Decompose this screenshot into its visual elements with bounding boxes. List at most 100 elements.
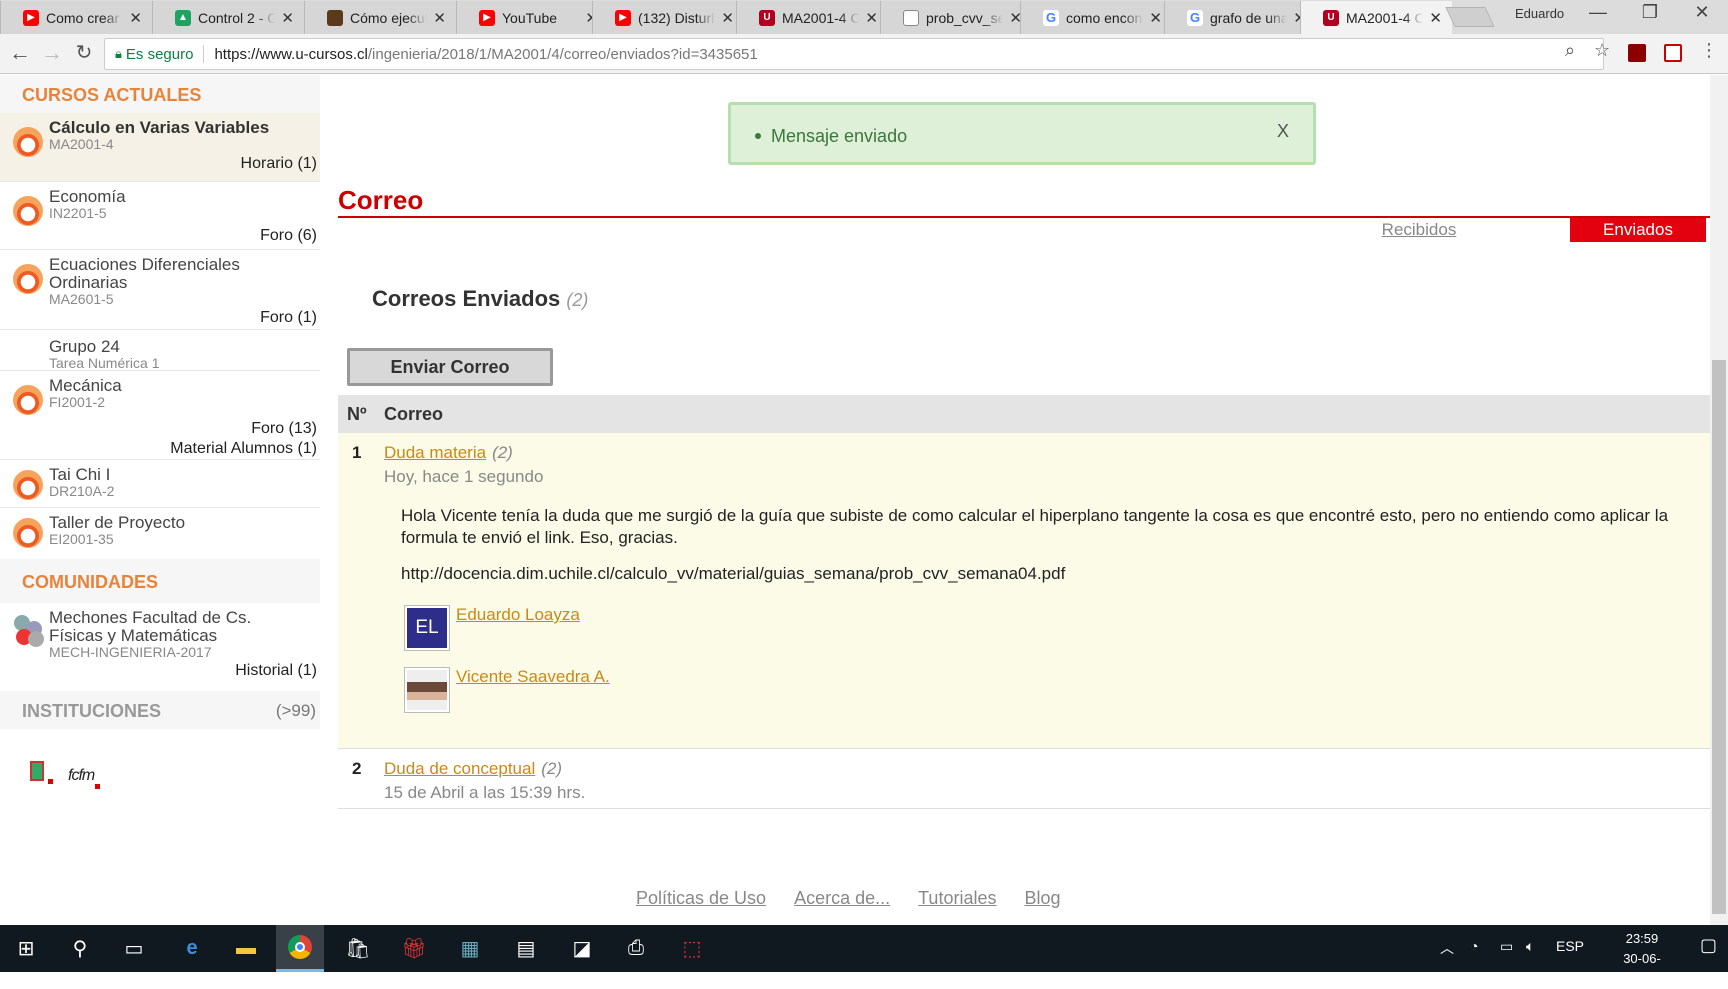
close-tab-icon[interactable]: ✕ bbox=[721, 9, 734, 27]
gift-app-icon[interactable]: 🎁︎ bbox=[390, 925, 438, 972]
search-icon[interactable]: ⚲ bbox=[56, 925, 104, 972]
url-path: /ingenieria/2018/1/MA2001/4/correo/envia… bbox=[367, 45, 758, 63]
course-link[interactable]: Horario (1) bbox=[49, 154, 320, 174]
photos-app-icon[interactable]: ▦ bbox=[446, 925, 494, 972]
windows-start-icon[interactable]: ⊞ bbox=[2, 925, 50, 972]
close-notice-button[interactable]: X bbox=[1277, 121, 1289, 142]
sidebar-course[interactable]: Cálculo en Varias Variables MA2001-4 Hor… bbox=[0, 113, 320, 182]
sidebar-subgroup[interactable]: Grupo 24 Tarea Numérica 1 bbox=[0, 329, 320, 371]
notifications-icon[interactable]: ▢ bbox=[1700, 935, 1717, 956]
terminal-icon[interactable]: ▤ bbox=[502, 925, 550, 972]
file-explorer-icon[interactable]: ▬ bbox=[222, 925, 270, 972]
university-crest-icon[interactable] bbox=[26, 755, 53, 785]
task-view-icon[interactable]: ▭ bbox=[110, 925, 158, 972]
minimize-icon[interactable]: — bbox=[1578, 2, 1618, 23]
new-tab-button[interactable] bbox=[1445, 7, 1495, 27]
youtube-icon: ▶ bbox=[479, 9, 495, 26]
bookmark-star-icon[interactable]: ☆ bbox=[1594, 40, 1610, 61]
browser-tab[interactable]: Ggrafo de una✕ bbox=[1164, 1, 1316, 34]
course-link[interactable]: Material Alumnos (1) bbox=[49, 439, 320, 459]
tab-sent[interactable]: Enviados bbox=[1570, 218, 1706, 242]
store-icon[interactable]: 🛍︎ bbox=[334, 925, 382, 972]
table-row: 2 Duda de conceptual (2) 15 de Abril a la… bbox=[338, 749, 1710, 809]
bullet-icon bbox=[755, 133, 761, 139]
scrollbar[interactable] bbox=[1710, 75, 1728, 925]
ucursos-extension-icon[interactable] bbox=[1664, 44, 1682, 62]
course-link[interactable]: Foro (13) bbox=[49, 419, 320, 439]
menu-icon[interactable]: ⋮ bbox=[1700, 40, 1718, 61]
youtube-icon: ▶ bbox=[23, 9, 39, 26]
sidebar-course[interactable]: Tai Chi I DR210A-2 bbox=[0, 460, 320, 508]
mail-subject-link[interactable]: Duda de conceptual (2) bbox=[384, 759, 562, 779]
table-row: 1 Duda materia (2) Hoy, hace 1 segundo Ho… bbox=[338, 433, 1710, 749]
person-link[interactable]: Vicente Saavedra A. bbox=[456, 667, 610, 687]
close-tab-icon[interactable]: ✕ bbox=[865, 9, 878, 27]
sidebar-course[interactable]: Mecánica FI2001-2 Foro (13) Material Alu… bbox=[0, 371, 320, 460]
printer-icon[interactable]: ⎙ bbox=[612, 925, 660, 972]
close-tab-icon[interactable]: ✕ bbox=[1429, 9, 1442, 27]
close-tab-icon[interactable]: ✕ bbox=[129, 9, 142, 27]
recipient: Vicente Saavedra A. bbox=[404, 667, 610, 713]
footer-link-tutorials[interactable]: Tutoriales bbox=[918, 888, 996, 909]
close-window-icon[interactable]: ✕ bbox=[1682, 2, 1722, 23]
edge-icon[interactable]: e bbox=[168, 925, 216, 972]
main-content: Mensaje enviado X Correo Recibidos Envia… bbox=[338, 75, 1710, 925]
course-icon bbox=[13, 264, 43, 294]
footer-link-terms[interactable]: Políticas de Uso bbox=[636, 888, 766, 909]
institutions-header[interactable]: INSTITUCIONES (>99) bbox=[0, 691, 320, 729]
browser-tab-active[interactable]: U MA2001-4 C ✕ bbox=[1300, 1, 1452, 34]
mail-subject-link[interactable]: Duda materia (2) bbox=[384, 443, 513, 463]
reload-icon[interactable]: ↻ bbox=[70, 40, 98, 65]
secure-label: Es seguro bbox=[125, 45, 194, 63]
acrobat-icon[interactable]: ⬚ bbox=[668, 925, 716, 972]
back-icon[interactable]: ← bbox=[6, 40, 34, 66]
close-tab-icon[interactable]: ✕ bbox=[433, 9, 446, 27]
sidebar-course[interactable]: Economía IN2201-5 Foro (6) bbox=[0, 182, 320, 250]
section-title: INSTITUCIONES bbox=[22, 701, 162, 721]
course-name: Tai Chi I bbox=[49, 465, 111, 484]
sidebar-course[interactable]: Ecuaciones Diferenciales Ordinarias MA26… bbox=[0, 250, 320, 329]
forward-icon[interactable]: → bbox=[38, 40, 66, 66]
volume-icon[interactable]: 🔈︎ bbox=[1526, 938, 1534, 955]
clock[interactable]: 23:59 30-06-2018 bbox=[1612, 929, 1672, 989]
ucursos-icon: U bbox=[759, 9, 775, 26]
tab-received[interactable]: Recibidos bbox=[1359, 218, 1479, 242]
footer-link-about[interactable]: Acerca de... bbox=[794, 888, 890, 909]
browser-tab[interactable]: ▶YouTube✕ bbox=[456, 1, 608, 34]
browser-tab[interactable]: ▶ Como crear o ✕ bbox=[0, 1, 152, 34]
zoom-icon[interactable]: ⌕ bbox=[1565, 40, 1575, 61]
person-photo-icon bbox=[407, 670, 447, 710]
community-link[interactable]: Historial (1) bbox=[49, 661, 320, 681]
browser-tab[interactable]: Gcomo encon ✕ bbox=[1020, 1, 1172, 34]
course-link[interactable]: Foro (6) bbox=[49, 226, 320, 246]
browser-tab[interactable]: ▲ Control 2 - G ✕ bbox=[152, 1, 304, 34]
course-link[interactable]: Foro (1) bbox=[49, 308, 320, 328]
browser-tab[interactable]: Cómo ejecut ✕ bbox=[304, 1, 456, 34]
address-bar[interactable]: 🔒︎ Es seguro https://www.u-cursos.cl/ing… bbox=[104, 38, 1604, 70]
profile-button[interactable]: Eduardo bbox=[1515, 6, 1564, 21]
recipient: EL Eduardo Loayza bbox=[404, 605, 580, 651]
footer-link-blog[interactable]: Blog bbox=[1024, 888, 1060, 909]
avatar bbox=[404, 667, 450, 713]
fcfm-logo[interactable]: fcfm bbox=[68, 767, 101, 789]
sidebar-course[interactable]: Taller de Proyecto EI2001-35 bbox=[0, 508, 320, 559]
course-code: MA2601-5 bbox=[49, 291, 114, 307]
chevron-up-icon[interactable]: ︿ bbox=[1440, 938, 1454, 958]
close-tab-icon[interactable]: ✕ bbox=[281, 9, 294, 27]
maximize-icon[interactable]: ❐ bbox=[1630, 2, 1670, 23]
language-indicator[interactable]: ESP bbox=[1556, 938, 1584, 954]
send-mail-button[interactable]: Enviar Correo bbox=[347, 348, 553, 386]
browser-tab[interactable]: prob_cvv_se ✕ bbox=[880, 1, 1032, 34]
acrobat-extension-icon[interactable] bbox=[1628, 44, 1646, 62]
person-link[interactable]: Eduardo Loayza bbox=[456, 605, 580, 625]
battery-icon[interactable]: ▭ bbox=[1500, 938, 1513, 955]
wifi-icon[interactable]: ◔ bbox=[1470, 938, 1478, 954]
app-icon[interactable]: ◪ bbox=[558, 925, 606, 972]
scrollbar-thumb[interactable] bbox=[1712, 360, 1726, 914]
community-icon bbox=[12, 613, 46, 647]
close-tab-icon[interactable]: ✕ bbox=[1149, 9, 1162, 27]
chrome-icon[interactable] bbox=[276, 925, 324, 972]
browser-tab[interactable]: ▶ (132) Disturb ✕ bbox=[592, 1, 744, 34]
browser-tab[interactable]: U MA2001-4 C ✕ bbox=[736, 1, 888, 34]
sidebar-community[interactable]: Mechones Facultad de Cs. Físicas y Matem… bbox=[0, 603, 320, 691]
